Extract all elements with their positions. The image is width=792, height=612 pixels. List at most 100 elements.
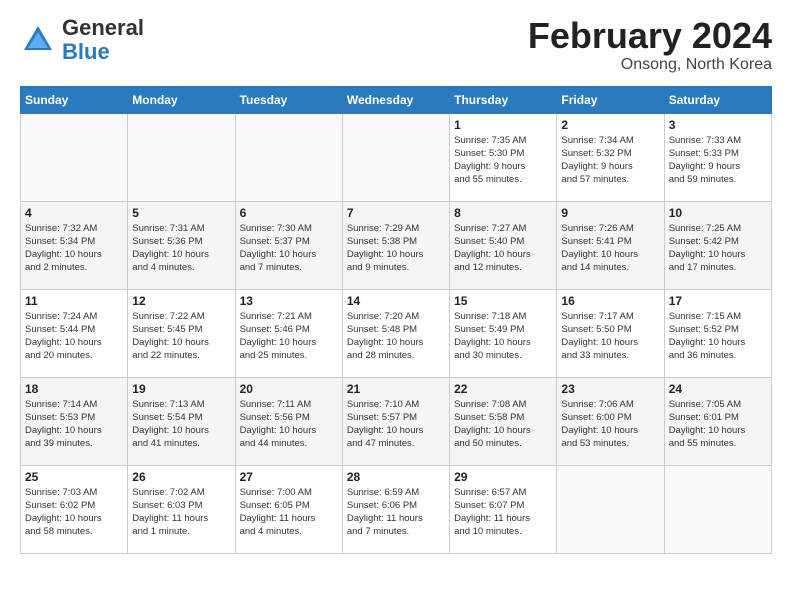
calendar-cell: 22 Sunrise: 7:08 AM Sunset: 5:58 PM Dayli… [450, 377, 557, 465]
title-block: February 2024 Onsong, North Korea [528, 16, 772, 74]
day-info: Sunrise: 7:13 AM Sunset: 5:54 PM Dayligh… [132, 398, 230, 451]
day-number: 25 [25, 470, 123, 484]
calendar-cell: 26Sunrise: 7:02 AM Sunset: 6:03 PM Dayli… [128, 465, 235, 553]
calendar-table: SundayMondayTuesdayWednesdayThursdayFrid… [20, 86, 772, 554]
day-number: 23 [561, 382, 659, 396]
calendar-week-row: 4 Sunrise: 7:32 AM Sunset: 5:34 PM Daylig… [21, 201, 772, 289]
logo-text: General Blue [62, 16, 144, 64]
day-number: 16 [561, 294, 659, 308]
day-info: Sunrise: 7:26 AM Sunset: 5:41 PM Dayligh… [561, 222, 659, 275]
logo-icon [20, 22, 56, 58]
col-header-friday: Friday [557, 86, 664, 113]
day-number: 29 [454, 470, 552, 484]
calendar-cell: 14Sunrise: 7:20 AM Sunset: 5:48 PM Dayli… [342, 289, 449, 377]
calendar-title: February 2024 [528, 16, 772, 56]
day-info: Sunrise: 7:24 AM Sunset: 5:44 PM Dayligh… [25, 310, 123, 363]
calendar-cell: 19 Sunrise: 7:13 AM Sunset: 5:54 PM Dayli… [128, 377, 235, 465]
calendar-cell: 29 Sunrise: 6:57 AM Sunset: 6:07 PM Dayli… [450, 465, 557, 553]
day-number: 2 [561, 118, 659, 132]
calendar-cell: 5Sunrise: 7:31 AM Sunset: 5:36 PM Daylig… [128, 201, 235, 289]
day-info: Sunrise: 7:15 AM Sunset: 5:52 PM Dayligh… [669, 310, 767, 363]
day-number: 8 [454, 206, 552, 220]
calendar-week-row: 18Sunrise: 7:14 AM Sunset: 5:53 PM Dayli… [21, 377, 772, 465]
calendar-cell: 10 Sunrise: 7:25 AM Sunset: 5:42 PM Dayli… [664, 201, 771, 289]
calendar-cell: 12 Sunrise: 7:22 AM Sunset: 5:45 PM Dayli… [128, 289, 235, 377]
calendar-cell: 2 Sunrise: 7:34 AM Sunset: 5:32 PM Daylig… [557, 113, 664, 201]
day-info: Sunrise: 7:30 AM Sunset: 5:37 PM Dayligh… [240, 222, 338, 275]
calendar-cell: 1 Sunrise: 7:35 AM Sunset: 5:30 PM Daylig… [450, 113, 557, 201]
calendar-cell: 4 Sunrise: 7:32 AM Sunset: 5:34 PM Daylig… [21, 201, 128, 289]
col-header-sunday: Sunday [21, 86, 128, 113]
day-number: 22 [454, 382, 552, 396]
day-info: Sunrise: 7:10 AM Sunset: 5:57 PM Dayligh… [347, 398, 445, 451]
calendar-week-row: 25 Sunrise: 7:03 AM Sunset: 6:02 PM Dayli… [21, 465, 772, 553]
day-info: Sunrise: 7:34 AM Sunset: 5:32 PM Dayligh… [561, 134, 659, 187]
day-info: Sunrise: 7:08 AM Sunset: 5:58 PM Dayligh… [454, 398, 552, 451]
calendar-cell: 13 Sunrise: 7:21 AM Sunset: 5:46 PM Dayli… [235, 289, 342, 377]
day-number: 13 [240, 294, 338, 308]
col-header-tuesday: Tuesday [235, 86, 342, 113]
day-info: Sunrise: 6:59 AM Sunset: 6:06 PM Dayligh… [347, 486, 445, 539]
day-number: 7 [347, 206, 445, 220]
calendar-cell: 11 Sunrise: 7:24 AM Sunset: 5:44 PM Dayli… [21, 289, 128, 377]
day-number: 19 [132, 382, 230, 396]
col-header-monday: Monday [128, 86, 235, 113]
calendar-cell: 24 Sunrise: 7:05 AM Sunset: 6:01 PM Dayli… [664, 377, 771, 465]
calendar-cell [235, 113, 342, 201]
day-number: 1 [454, 118, 552, 132]
col-header-thursday: Thursday [450, 86, 557, 113]
day-info: Sunrise: 7:27 AM Sunset: 5:40 PM Dayligh… [454, 222, 552, 275]
day-number: 4 [25, 206, 123, 220]
calendar-cell: 25 Sunrise: 7:03 AM Sunset: 6:02 PM Dayli… [21, 465, 128, 553]
calendar-cell: 15Sunrise: 7:18 AM Sunset: 5:49 PM Dayli… [450, 289, 557, 377]
day-info: Sunrise: 7:33 AM Sunset: 5:33 PM Dayligh… [669, 134, 767, 187]
logo: General Blue [20, 16, 144, 64]
day-number: 3 [669, 118, 767, 132]
day-number: 17 [669, 294, 767, 308]
day-info: Sunrise: 7:35 AM Sunset: 5:30 PM Dayligh… [454, 134, 552, 187]
calendar-week-row: 1 Sunrise: 7:35 AM Sunset: 5:30 PM Daylig… [21, 113, 772, 201]
day-number: 10 [669, 206, 767, 220]
day-number: 12 [132, 294, 230, 308]
day-number: 26 [132, 470, 230, 484]
calendar-week-row: 11 Sunrise: 7:24 AM Sunset: 5:44 PM Dayli… [21, 289, 772, 377]
calendar-cell [342, 113, 449, 201]
day-number: 27 [240, 470, 338, 484]
day-number: 6 [240, 206, 338, 220]
day-number: 11 [25, 294, 123, 308]
calendar-cell [21, 113, 128, 201]
day-info: Sunrise: 7:05 AM Sunset: 6:01 PM Dayligh… [669, 398, 767, 451]
calendar-cell: 28 Sunrise: 6:59 AM Sunset: 6:06 PM Dayli… [342, 465, 449, 553]
page-header: General Blue February 2024 Onsong, North… [20, 16, 772, 74]
calendar-cell: 16Sunrise: 7:17 AM Sunset: 5:50 PM Dayli… [557, 289, 664, 377]
calendar-cell [557, 465, 664, 553]
calendar-cell: 7Sunrise: 7:29 AM Sunset: 5:38 PM Daylig… [342, 201, 449, 289]
day-number: 18 [25, 382, 123, 396]
day-info: Sunrise: 7:32 AM Sunset: 5:34 PM Dayligh… [25, 222, 123, 275]
day-info: Sunrise: 7:03 AM Sunset: 6:02 PM Dayligh… [25, 486, 123, 539]
day-info: Sunrise: 7:20 AM Sunset: 5:48 PM Dayligh… [347, 310, 445, 363]
day-info: Sunrise: 7:21 AM Sunset: 5:46 PM Dayligh… [240, 310, 338, 363]
calendar-cell: 6 Sunrise: 7:30 AM Sunset: 5:37 PM Daylig… [235, 201, 342, 289]
col-header-saturday: Saturday [664, 86, 771, 113]
col-header-wednesday: Wednesday [342, 86, 449, 113]
calendar-header-row: SundayMondayTuesdayWednesdayThursdayFrid… [21, 86, 772, 113]
day-number: 28 [347, 470, 445, 484]
calendar-cell: 27Sunrise: 7:00 AM Sunset: 6:05 PM Dayli… [235, 465, 342, 553]
calendar-cell [128, 113, 235, 201]
day-info: Sunrise: 7:31 AM Sunset: 5:36 PM Dayligh… [132, 222, 230, 275]
calendar-cell: 3 Sunrise: 7:33 AM Sunset: 5:33 PM Daylig… [664, 113, 771, 201]
calendar-cell: 9Sunrise: 7:26 AM Sunset: 5:41 PM Daylig… [557, 201, 664, 289]
calendar-cell: 21 Sunrise: 7:10 AM Sunset: 5:57 PM Dayli… [342, 377, 449, 465]
calendar-subtitle: Onsong, North Korea [528, 56, 772, 74]
day-info: Sunrise: 7:11 AM Sunset: 5:56 PM Dayligh… [240, 398, 338, 451]
calendar-cell: 20Sunrise: 7:11 AM Sunset: 5:56 PM Dayli… [235, 377, 342, 465]
day-info: Sunrise: 7:22 AM Sunset: 5:45 PM Dayligh… [132, 310, 230, 363]
day-number: 24 [669, 382, 767, 396]
day-info: Sunrise: 7:25 AM Sunset: 5:42 PM Dayligh… [669, 222, 767, 275]
calendar-cell [664, 465, 771, 553]
day-info: Sunrise: 7:18 AM Sunset: 5:49 PM Dayligh… [454, 310, 552, 363]
day-info: Sunrise: 6:57 AM Sunset: 6:07 PM Dayligh… [454, 486, 552, 539]
day-number: 21 [347, 382, 445, 396]
calendar-cell: 17 Sunrise: 7:15 AM Sunset: 5:52 PM Dayli… [664, 289, 771, 377]
